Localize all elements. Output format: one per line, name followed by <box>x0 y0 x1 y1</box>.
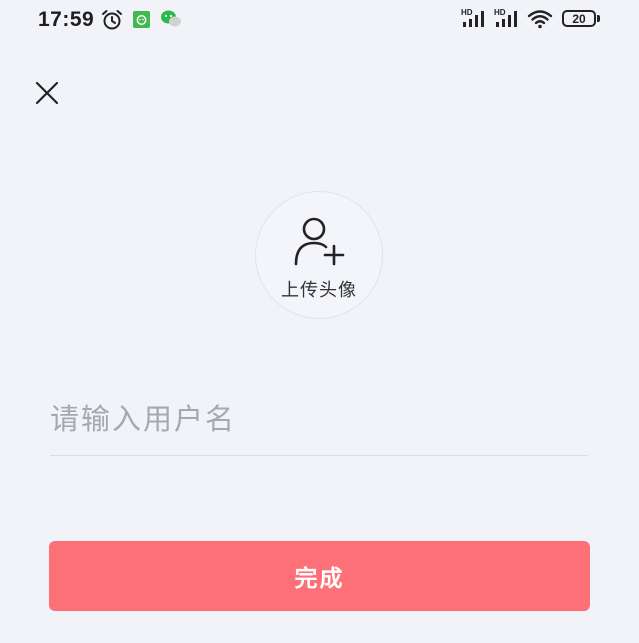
avatar-upload-label: 上传头像 <box>281 280 357 301</box>
app-notification-icon <box>133 11 150 28</box>
avatar-upload-button[interactable]: 上传头像 <box>255 191 383 319</box>
signal-label: HD <box>461 8 473 17</box>
battery-icon: 20 <box>562 10 596 27</box>
hd-signal-icon: HD <box>494 8 517 27</box>
status-time: 17:59 <box>38 8 95 31</box>
hd-signal-icon: HD <box>461 8 484 27</box>
wechat-icon <box>161 10 181 27</box>
wifi-icon <box>527 10 553 29</box>
username-field-container <box>50 388 588 456</box>
username-input[interactable] <box>50 388 588 450</box>
alarm-icon <box>102 10 122 30</box>
signal-label: HD <box>494 8 506 17</box>
battery-level: 20 <box>572 11 586 26</box>
done-button[interactable]: 完成 <box>49 541 590 611</box>
battery-tip <box>597 15 600 22</box>
close-button[interactable] <box>30 76 64 110</box>
close-icon <box>35 81 59 105</box>
status-bar: 17:59 HD HD 20 <box>0 0 639 40</box>
add-user-icon <box>294 217 345 266</box>
